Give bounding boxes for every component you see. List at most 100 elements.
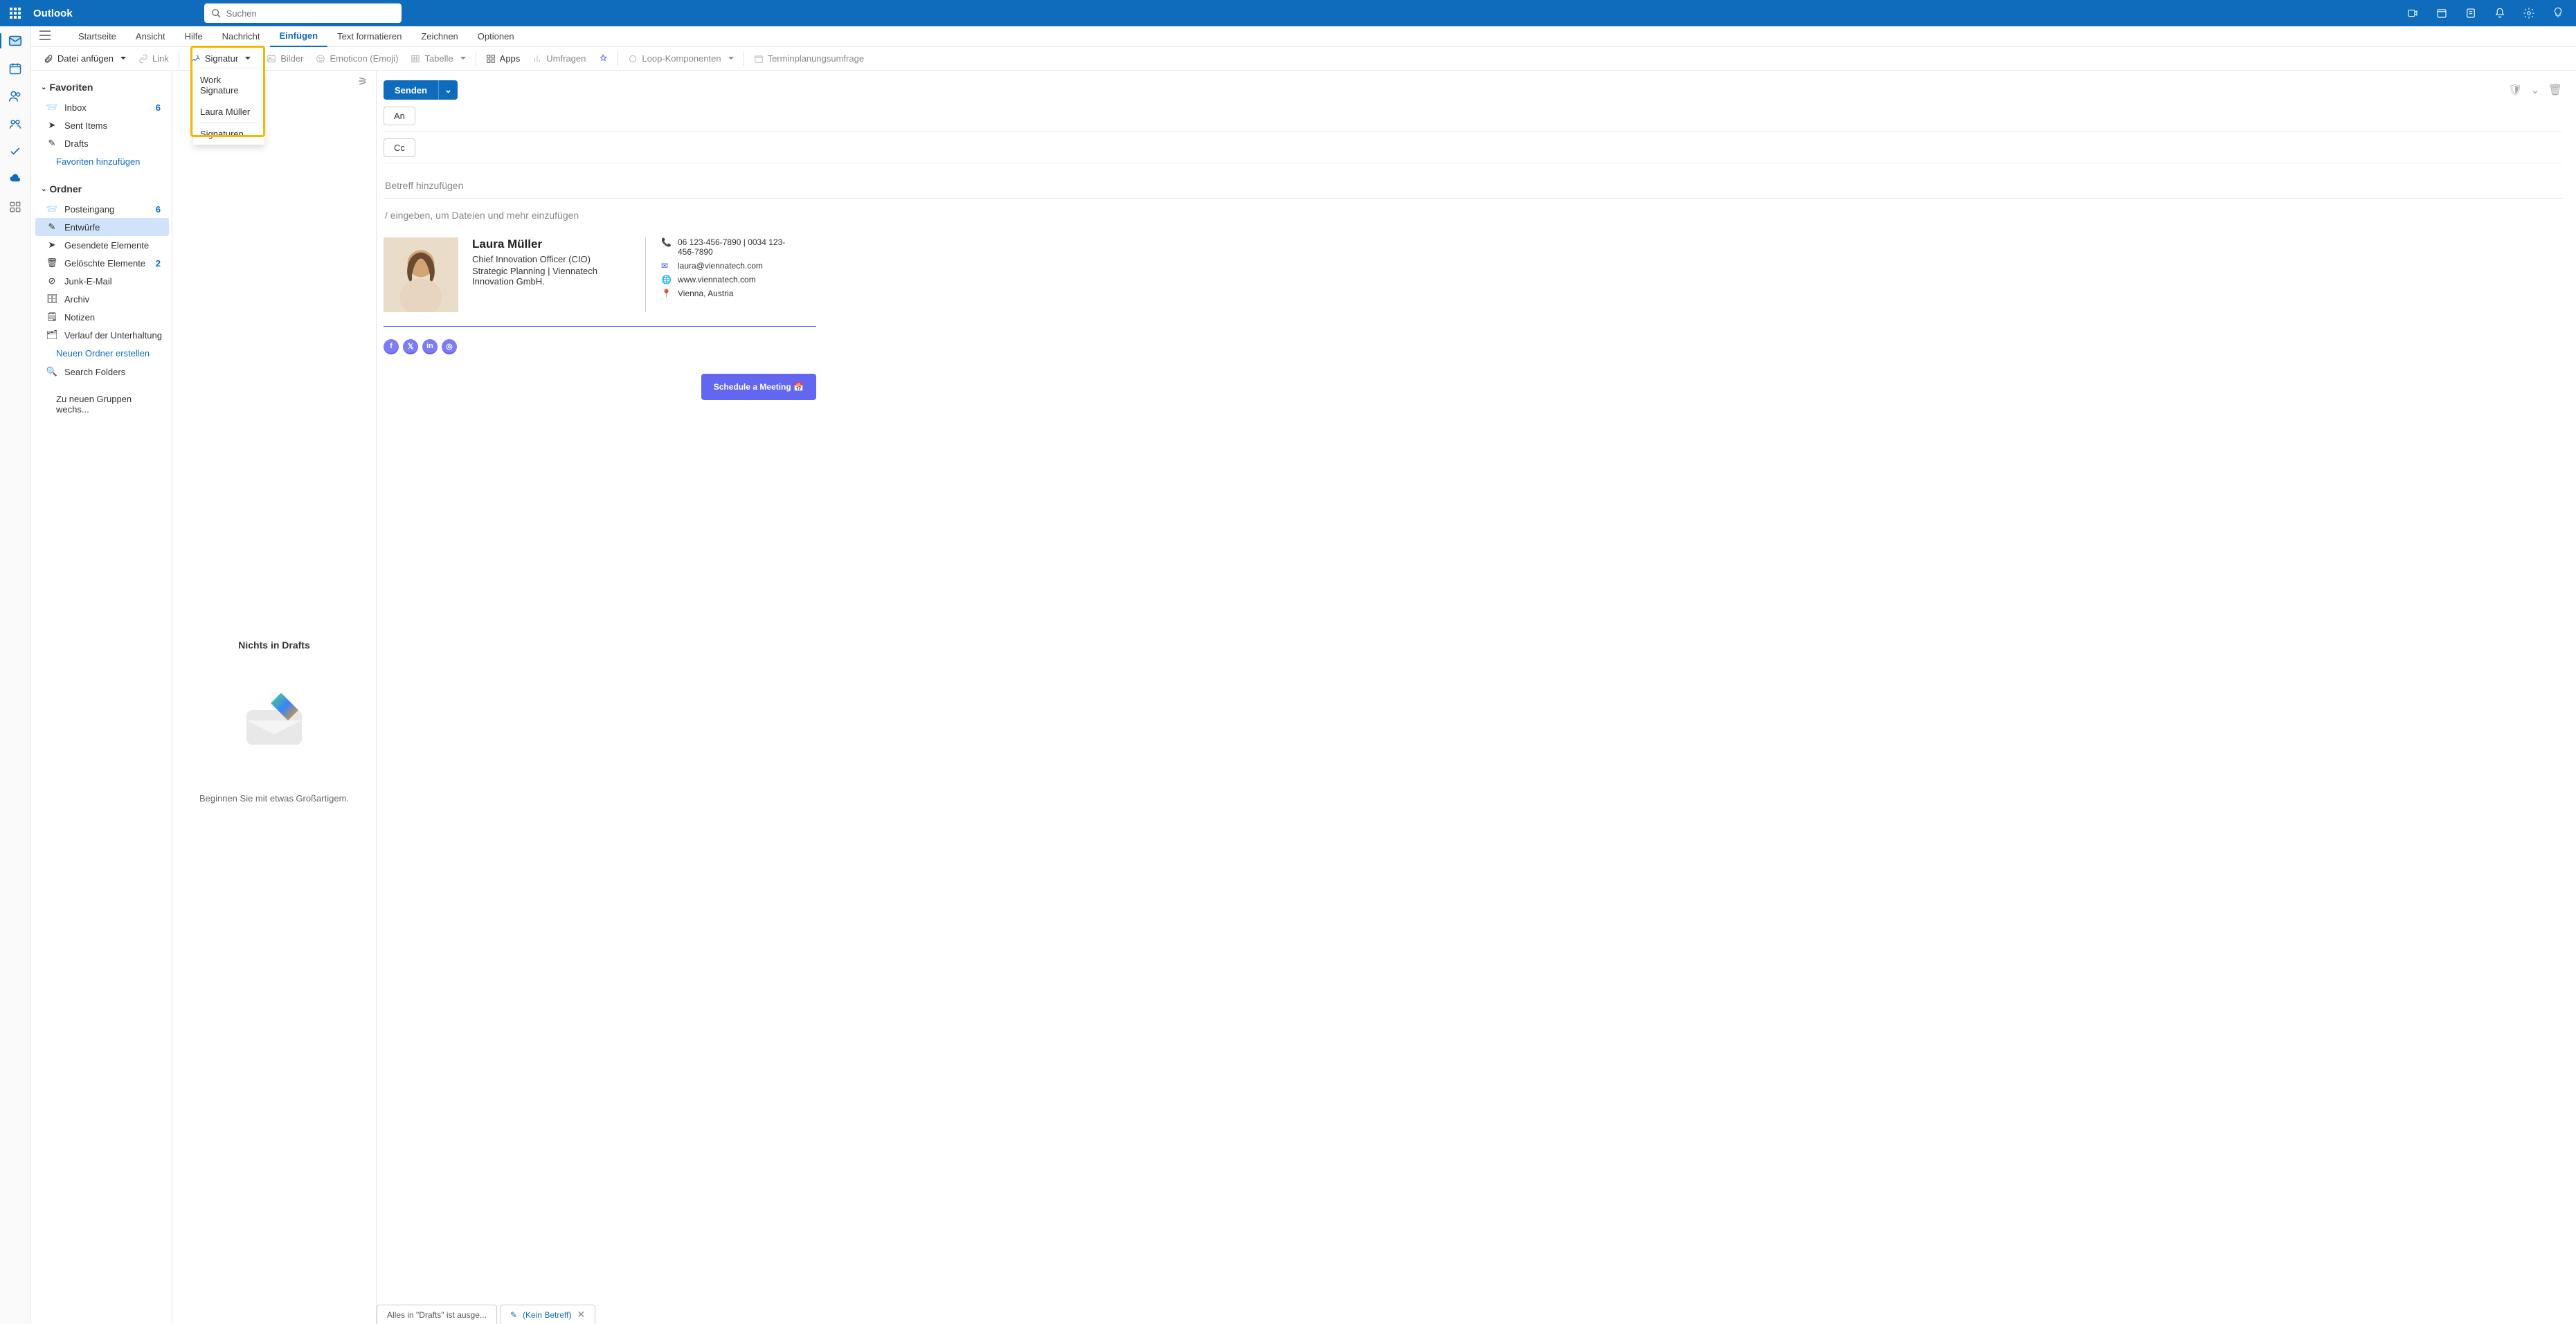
inbox-icon: 📨 xyxy=(46,102,57,113)
polls-button[interactable]: Umfragen xyxy=(527,51,591,66)
cc-input[interactable] xyxy=(422,140,2562,156)
filter-icon[interactable]: ⚞ xyxy=(358,75,368,89)
archive-icon: 🗄 xyxy=(46,293,57,305)
table-button[interactable]: Tabelle xyxy=(405,51,471,66)
app-launcher-icon[interactable] xyxy=(8,6,22,20)
folder-inbox[interactable]: 📨Inbox6 xyxy=(35,98,169,116)
folder-drafts-fav[interactable]: ✎Drafts xyxy=(35,134,169,152)
encrypt-icon[interactable]: 🛡 xyxy=(2508,83,2522,97)
tab-ansicht[interactable]: Ansicht xyxy=(126,26,175,47)
folder-entwuerfe[interactable]: ✎Entwürfe xyxy=(35,218,169,236)
loop-icon xyxy=(628,54,638,64)
favorites-section[interactable]: ⌄Favoriten xyxy=(35,79,169,96)
groups-link[interactable]: Zu neuen Gruppen wechs... xyxy=(35,390,169,418)
more-menu-icon[interactable]: ⌄ xyxy=(2530,83,2539,97)
send-button[interactable]: Senden xyxy=(384,80,438,100)
images-button[interactable]: Bilder xyxy=(261,51,309,66)
folder-geloeschte[interactable]: 🗑Gelöschte Elemente2 xyxy=(35,254,169,272)
emoji-icon xyxy=(316,54,325,64)
body-hint[interactable]: / eingeben, um Dateien und mehr einzufüg… xyxy=(384,203,2562,228)
send-dropdown[interactable]: ⌄ xyxy=(438,80,458,100)
new-folder-link[interactable]: Neuen Ordner erstellen xyxy=(35,344,169,363)
bottom-tab-bar: Alles in "Drafts" ist ausge... ✎ (Kein B… xyxy=(377,1305,598,1324)
to-input[interactable] xyxy=(422,108,2562,124)
folder-posteingang[interactable]: 📨Posteingang6 xyxy=(35,200,169,218)
rail-people-icon[interactable] xyxy=(8,89,23,104)
tab-startseite[interactable]: Startseite xyxy=(69,26,126,47)
signature-option-work[interactable]: Work Signature xyxy=(193,69,264,101)
rail-calendar-icon[interactable] xyxy=(8,61,23,76)
schedule-meeting-button[interactable]: Schedule a Meeting 📅 xyxy=(701,374,816,400)
settings-icon[interactable] xyxy=(2516,1,2541,26)
sig-email: laura@viennatech.com xyxy=(678,261,763,271)
signature-button[interactable]: Signatur xyxy=(185,50,257,67)
tab-optionen[interactable]: Optionen xyxy=(468,26,524,47)
inbox-icon: 📨 xyxy=(46,203,57,215)
sent-icon: ➤ xyxy=(46,239,57,251)
folder-verlauf[interactable]: 🗂Verlauf der Unterhaltung xyxy=(35,326,169,344)
tag-button[interactable] xyxy=(593,51,613,66)
delete-draft-icon[interactable]: 🗑 xyxy=(2548,83,2562,97)
folder-junk[interactable]: ⊘Junk-E-Mail xyxy=(35,272,169,290)
linkedin-icon[interactable]: in xyxy=(422,339,438,354)
sig-name: Laura Müller xyxy=(472,237,631,251)
folder-gesendete[interactable]: ➤Gesendete Elemente xyxy=(35,236,169,254)
tab-zeichnen[interactable]: Zeichnen xyxy=(411,26,467,47)
folder-search-folders[interactable]: 🔍Search Folders xyxy=(35,363,169,381)
tab-hilfe[interactable]: Hilfe xyxy=(175,26,213,47)
apps-icon xyxy=(486,54,496,64)
tips-icon[interactable] xyxy=(2546,1,2570,26)
folder-sent-items[interactable]: ➤Sent Items xyxy=(35,116,169,134)
sig-web: www.viennatech.com xyxy=(678,275,756,284)
folders-section[interactable]: ⌄Ordner xyxy=(35,181,169,197)
rail-todo-icon[interactable] xyxy=(8,144,23,159)
sent-icon: ➤ xyxy=(46,120,57,131)
facebook-icon[interactable]: f xyxy=(384,339,399,354)
add-favorite-link[interactable]: Favoriten hinzufügen xyxy=(35,152,169,171)
notifications-icon[interactable] xyxy=(2487,1,2512,26)
bottom-tab-drafts[interactable]: Alles in "Drafts" ist ausge... xyxy=(377,1305,497,1324)
web-icon: 🌐 xyxy=(661,275,671,284)
subject-input[interactable]: Betreff hinzufügen xyxy=(384,173,2562,199)
apps-button[interactable]: Apps xyxy=(480,51,526,66)
send-button-group: Senden ⌄ xyxy=(384,80,458,100)
phone-icon: 📞 xyxy=(661,237,671,247)
rail-mail-icon[interactable] xyxy=(8,33,23,48)
tab-nachricht[interactable]: Nachricht xyxy=(213,26,270,47)
cc-button[interactable]: Cc xyxy=(384,138,415,157)
search-box[interactable] xyxy=(204,3,402,23)
tab-einfuegen[interactable]: Einfügen xyxy=(270,26,328,47)
empty-subtitle: Beginnen Sie mit etwas Großartigem. xyxy=(199,793,349,804)
attach-file-button[interactable]: Datei anfügen xyxy=(38,51,132,66)
signature-option-laura[interactable]: Laura Müller xyxy=(193,101,264,123)
teams-call-icon[interactable] xyxy=(2400,1,2425,26)
my-day-icon[interactable] xyxy=(2458,1,2483,26)
header-actions xyxy=(2400,1,2570,26)
drafts-icon: ✎ xyxy=(46,138,57,149)
calendar-peek-icon[interactable] xyxy=(2429,1,2454,26)
bottom-tab-compose[interactable]: ✎ (Kein Betreff) ✕ xyxy=(500,1305,595,1324)
loop-button[interactable]: Loop-Komponenten xyxy=(622,51,739,66)
hamburger-icon[interactable] xyxy=(39,30,56,42)
instagram-icon[interactable]: ◎ xyxy=(442,339,457,354)
rail-onedrive-icon[interactable] xyxy=(8,172,23,187)
notes-icon: 🗒 xyxy=(46,311,57,323)
close-tab-icon[interactable]: ✕ xyxy=(577,1309,585,1321)
search-input[interactable] xyxy=(226,8,395,19)
brand-label: Outlook xyxy=(33,8,73,19)
folder-notizen[interactable]: 🗒Notizen xyxy=(35,308,169,326)
twitter-icon[interactable]: 𝕏 xyxy=(403,339,418,354)
search-folder-icon: 🔍 xyxy=(46,366,57,377)
folder-archiv[interactable]: 🗄Archiv xyxy=(35,290,169,308)
to-button[interactable]: An xyxy=(384,107,415,125)
link-button[interactable]: Link xyxy=(133,51,174,66)
scheduling-poll-button[interactable]: Terminplanungsumfrage xyxy=(748,51,870,66)
tab-textformatieren[interactable]: Text formatieren xyxy=(327,26,411,47)
emoji-button[interactable]: Emoticon (Emoji) xyxy=(310,51,404,66)
menubar: Startseite Ansicht Hilfe Nachricht Einfü… xyxy=(31,26,2576,47)
history-icon: 🗂 xyxy=(46,329,57,341)
rail-groups-icon[interactable] xyxy=(8,116,23,132)
signature-manage[interactable]: Signaturen... xyxy=(193,123,264,145)
tag-icon xyxy=(598,54,608,64)
rail-more-apps-icon[interactable] xyxy=(8,199,23,215)
